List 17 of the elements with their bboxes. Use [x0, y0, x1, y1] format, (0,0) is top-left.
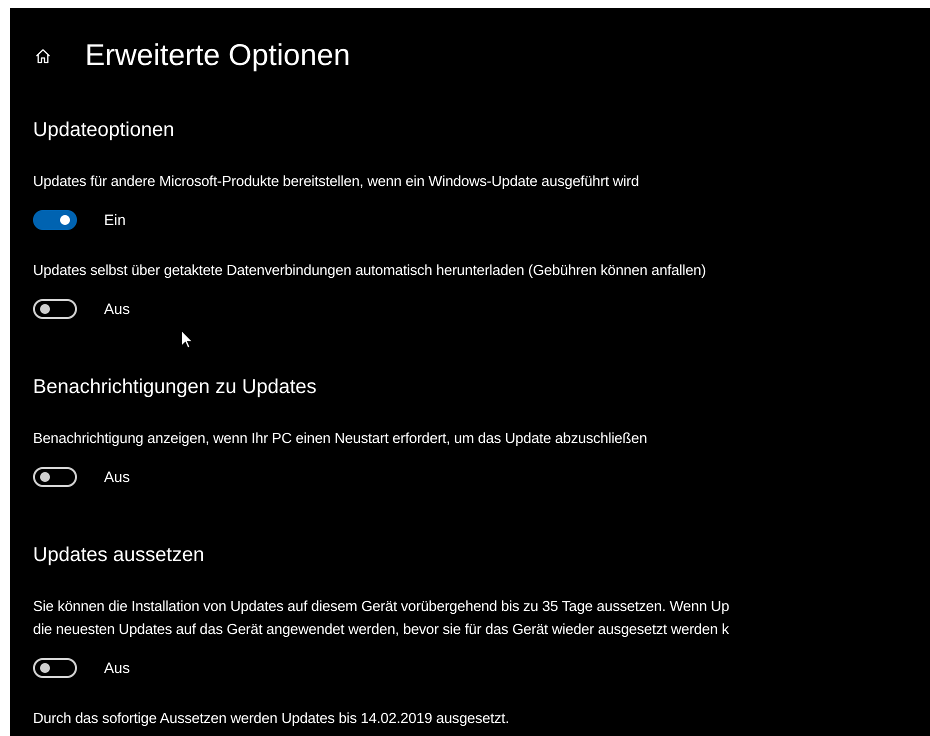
home-icon[interactable] [35, 48, 51, 64]
setting-description: Updates selbst über getaktete Datenverbindungen automatisch herunterladen (Gebühren können anfallen) [33, 262, 707, 281]
page-title: Erweiterte Optionen [85, 38, 350, 74]
toggle-state-label: Ein [104, 212, 126, 228]
setting-description: die neuesten Updates auf das Gerät angewendet werden, bevor sie für das Gerät wieder ausgesetzt werden k [33, 621, 730, 640]
mouse-pointer-icon [181, 330, 193, 349]
section-heading: Updateoptionen [33, 118, 176, 143]
toggle-state-label: Aus [104, 660, 130, 676]
setting-description: Sie können die Installation von Updates auf diesem Gerät vorübergehend bis zu 35 Tage aussetzen. Wenn Up [33, 598, 730, 617]
toggle-state-label: Aus [104, 468, 130, 486]
setting-description: Durch das sofortige Aussetzen werden Updates bis 14.02.2019 ausgesetzt. [33, 710, 510, 729]
toggle-state-label: Aus [104, 300, 130, 318]
section-heading: Updates aussetzen [33, 543, 206, 568]
setting-description: Updates für andere Microsoft-Produkte bereitstellen, wenn ein Windows-Update ausgeführt wird [33, 173, 640, 192]
section-heading: Benachrichtigungen zu Updates [33, 375, 318, 400]
toggle-switch[interactable] [33, 210, 77, 230]
setting-description: Benachrichtigung anzeigen, wenn Ihr PC einen Neustart erfordert, um das Update abzuschließen [33, 430, 648, 449]
